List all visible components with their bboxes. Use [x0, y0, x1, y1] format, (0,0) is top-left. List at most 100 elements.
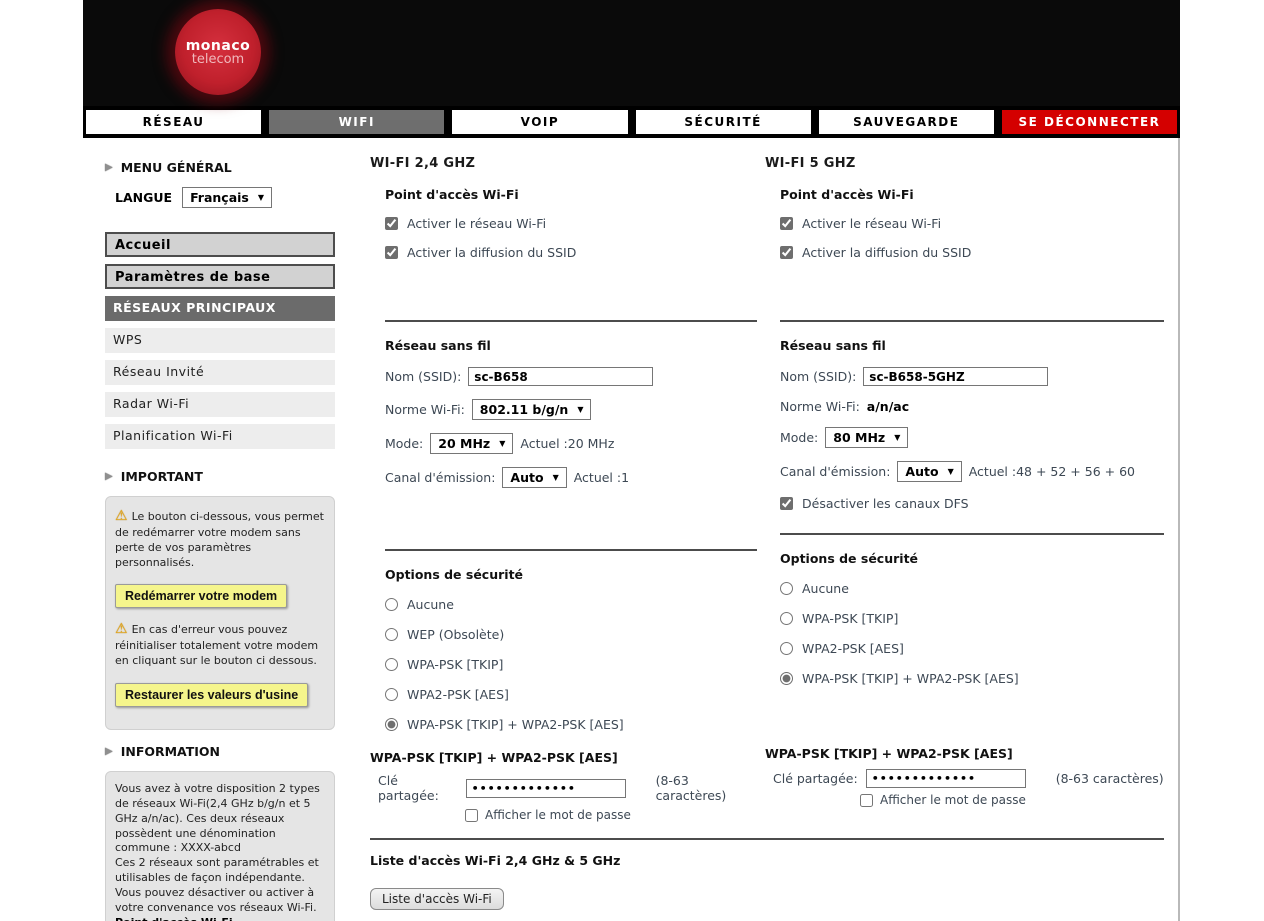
- security-option-row[interactable]: Aucune: [385, 597, 757, 612]
- sidebar-item-wps[interactable]: WPS: [105, 328, 335, 353]
- chevron-down-icon: ▼: [553, 473, 559, 482]
- language-row: LANGUE Français ▼: [115, 187, 335, 208]
- security-option-row[interactable]: WPA-PSK [TKIP] + WPA2-PSK [AES]: [780, 671, 1164, 686]
- security-option-label: Aucune: [407, 597, 454, 612]
- wifi-5ghz-column: WI-FI 5 GHZ Point d'accès Wi-Fi Activer …: [765, 152, 1164, 822]
- info-bold-1: Point d'accès Wi-Fi: [115, 916, 325, 921]
- show-password-24-checkbox[interactable]: [465, 809, 478, 822]
- ssid-broadcast-5-row[interactable]: Activer la diffusion du SSID: [780, 245, 1164, 260]
- chevron-down-icon: ▼: [499, 439, 505, 448]
- tab-securite[interactable]: SÉCURITÉ: [634, 108, 813, 136]
- sidebar-item-planification-wifi[interactable]: Planification Wi-Fi: [105, 424, 335, 449]
- sidebar-item-parametres[interactable]: Paramètres de base: [105, 264, 335, 289]
- show-password-5-checkbox[interactable]: [860, 794, 873, 807]
- security-option-radio[interactable]: [385, 658, 398, 671]
- chevron-down-icon: ▼: [577, 405, 583, 414]
- info-paragraph-2: Ces 2 réseaux sont paramétrables et util…: [115, 856, 325, 915]
- wifi-24ghz-column: WI-FI 2,4 GHZ Point d'accès Wi-Fi Active…: [370, 152, 757, 822]
- mode-5-value: 80 MHz: [833, 430, 885, 445]
- enable-wifi-5-row[interactable]: Activer le réseau Wi-Fi: [780, 216, 1164, 231]
- tab-wifi[interactable]: WIFI: [267, 108, 446, 136]
- security-option-row[interactable]: WPA-PSK [TKIP]: [385, 657, 757, 672]
- sidebar: ▶ MENU GÉNÉRAL LANGUE Français ▼ Accueil…: [105, 138, 335, 921]
- security-option-radio[interactable]: [385, 718, 398, 731]
- enable-wifi-5-label: Activer le réseau Wi-Fi: [802, 216, 941, 231]
- security-option-radio[interactable]: [780, 582, 793, 595]
- ssid-24-input[interactable]: [468, 367, 653, 386]
- canal-5-select[interactable]: Auto ▼: [897, 461, 961, 482]
- dfs-label: Désactiver les canaux DFS: [802, 496, 969, 511]
- triangle-icon: ▶: [105, 471, 113, 482]
- dfs-row[interactable]: Désactiver les canaux DFS: [780, 496, 1164, 511]
- dfs-checkbox[interactable]: [780, 497, 793, 510]
- norme-24-value: 802.11 b/g/n: [480, 402, 569, 417]
- security-option-radio[interactable]: [780, 612, 793, 625]
- key-24-input[interactable]: [466, 779, 626, 798]
- norme-24-select[interactable]: 802.11 b/g/n ▼: [472, 399, 592, 420]
- mode-24-value: 20 MHz: [438, 436, 490, 451]
- factory-reset-button[interactable]: Restaurer les valeurs d'usine: [115, 683, 308, 707]
- security-option-label: WPA-PSK [TKIP]: [407, 657, 503, 672]
- tab-reseau[interactable]: RÉSEAU: [84, 108, 263, 136]
- security-option-row[interactable]: WPA-PSK [TKIP] + WPA2-PSK [AES]: [385, 717, 757, 732]
- key-5-input[interactable]: [866, 769, 1026, 788]
- security-option-row[interactable]: WPA2-PSK [AES]: [780, 641, 1164, 656]
- information-header: ▶ INFORMATION: [105, 744, 335, 759]
- triangle-icon: ▶: [105, 162, 113, 173]
- security-option-label: WPA-PSK [TKIP]: [802, 611, 898, 626]
- restart-modem-button[interactable]: Redémarrer votre modem: [115, 584, 287, 608]
- security-option-row[interactable]: WPA2-PSK [AES]: [385, 687, 757, 702]
- page-container: monaco telecom RÉSEAU WIFI VOIP SÉCURITÉ…: [83, 0, 1180, 921]
- show-password-24-row[interactable]: Afficher le mot de passe: [465, 808, 757, 822]
- enable-wifi-5-checkbox[interactable]: [780, 217, 793, 230]
- important-title: IMPORTANT: [121, 469, 203, 484]
- language-label: LANGUE: [115, 190, 172, 205]
- sidebar-item-radar-wifi[interactable]: Radar Wi-Fi: [105, 392, 335, 417]
- sidebar-item-reseaux-principaux[interactable]: RÉSEAUX PRINCIPAUX: [105, 296, 335, 321]
- security-option-radio[interactable]: [780, 672, 793, 685]
- menu-general-title: MENU GÉNÉRAL: [121, 160, 232, 175]
- information-box: Vous avez à votre disposition 2 types de…: [105, 771, 335, 921]
- divider: [370, 838, 1164, 840]
- security-option-radio[interactable]: [385, 688, 398, 701]
- enable-wifi-24-checkbox[interactable]: [385, 217, 398, 230]
- enable-wifi-24-row[interactable]: Activer le réseau Wi-Fi: [385, 216, 757, 231]
- warning-icon: ⚠: [115, 508, 128, 524]
- mode-24-select[interactable]: 20 MHz ▼: [430, 433, 513, 454]
- security-option-row[interactable]: Aucune: [780, 581, 1164, 596]
- mode-5-select[interactable]: 80 MHz ▼: [825, 427, 908, 448]
- ssid-broadcast-24-row[interactable]: Activer la diffusion du SSID: [385, 245, 757, 260]
- triangle-icon: ▶: [105, 746, 113, 757]
- sidebar-item-accueil[interactable]: Accueil: [105, 232, 335, 257]
- access-list-button[interactable]: Liste d'accès Wi-Fi: [370, 888, 504, 910]
- security-option-label: WPA-PSK [TKIP] + WPA2-PSK [AES]: [407, 717, 624, 732]
- wpa-5-title: WPA-PSK [TKIP] + WPA2-PSK [AES]: [765, 746, 1164, 761]
- warning-icon: ⚠: [115, 621, 128, 637]
- tab-voip[interactable]: VOIP: [450, 108, 629, 136]
- divider: [385, 320, 757, 322]
- ssid-5-input[interactable]: [863, 367, 1048, 386]
- sidebar-item-reseau-invite[interactable]: Réseau Invité: [105, 360, 335, 385]
- show-password-5-label: Afficher le mot de passe: [880, 793, 1026, 807]
- security-option-radio[interactable]: [385, 628, 398, 641]
- logout-button[interactable]: SE DÉCONNECTER: [1000, 108, 1179, 136]
- canal-24-value: Auto: [510, 470, 543, 485]
- security-option-label: WEP (Obsolète): [407, 627, 504, 642]
- security-option-radio[interactable]: [385, 598, 398, 611]
- ssid-broadcast-24-label: Activer la diffusion du SSID: [407, 245, 576, 260]
- security-option-row[interactable]: WPA-PSK [TKIP]: [780, 611, 1164, 626]
- ssid-broadcast-5-checkbox[interactable]: [780, 246, 793, 259]
- content-area: ▶ MENU GÉNÉRAL LANGUE Français ▼ Accueil…: [83, 138, 1180, 921]
- language-select[interactable]: Français ▼: [182, 187, 272, 208]
- security-option-radio[interactable]: [780, 642, 793, 655]
- enable-wifi-24-label: Activer le réseau Wi-Fi: [407, 216, 546, 231]
- tab-sauvegarde[interactable]: SAUVEGARDE: [817, 108, 996, 136]
- security-5-options: Aucune WPA-PSK [TKIP] WPA2-PSK [AES] WPA-PS…: [780, 581, 1164, 686]
- ssid-broadcast-24-checkbox[interactable]: [385, 246, 398, 259]
- security-option-row[interactable]: WEP (Obsolète): [385, 627, 757, 642]
- sidebar-menu: Accueil Paramètres de base RÉSEAUX PRINC…: [105, 232, 335, 449]
- important-box: ⚠Le bouton ci-dessous, vous permet de re…: [105, 496, 335, 730]
- canal-24-select[interactable]: Auto ▼: [502, 467, 566, 488]
- show-password-5-row[interactable]: Afficher le mot de passe: [860, 793, 1164, 807]
- info-paragraph-1: Vous avez à votre disposition 2 types de…: [115, 782, 325, 856]
